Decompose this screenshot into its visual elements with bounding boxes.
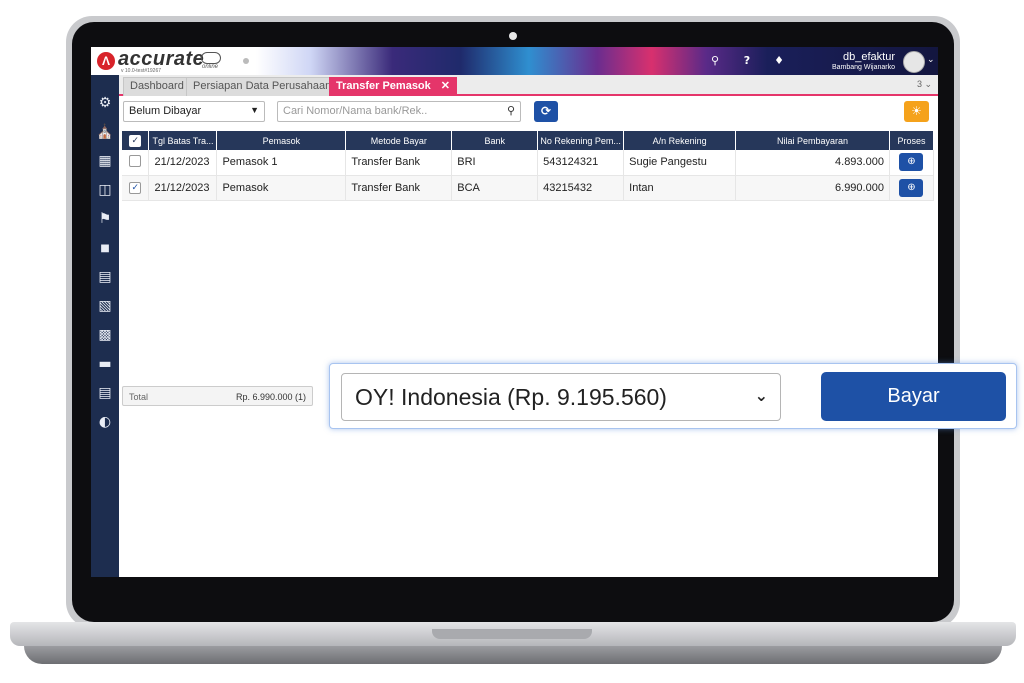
col-header[interactable]: Nilai Pembayaran — [735, 131, 890, 150]
sidebar: ⚙ ⛪ ▦ ◫ ⚑ ◾ ▤ ▧ ▩ ▬ ▤ ◐ — [91, 75, 119, 577]
cell-bank: BRI — [451, 150, 539, 176]
select-all-header[interactable]: ✓ — [122, 131, 150, 150]
chevron-down-icon[interactable]: ⌄ — [927, 55, 935, 65]
close-icon[interactable]: ✕ — [441, 80, 450, 92]
lightbulb-button[interactable]: ☀ — [904, 101, 929, 122]
table-row[interactable]: ✓ 21/12/2023 Pemasok Transfer Bank BCA 4… — [122, 175, 935, 201]
cell-account-name: Intan — [623, 175, 737, 201]
cart-icon[interactable]: ▤ — [95, 267, 115, 287]
total-label: Total — [129, 392, 149, 402]
transfer-table: ✓ Tgl Batas Tra... Pemasok Metode Bayar … — [122, 131, 935, 201]
laptop-notch — [432, 629, 592, 639]
total-box: Total Rp. 6.990.000 (1) — [122, 386, 313, 406]
cell-method: Transfer Bank — [345, 175, 453, 201]
factory-icon[interactable]: ▩ — [95, 325, 115, 345]
office-icon[interactable]: ▦ — [95, 151, 115, 171]
database-name[interactable]: db_efaktur — [821, 51, 895, 63]
cell-account-name: Sugie Pangestu — [623, 150, 737, 176]
accurate-logo-icon: Λ — [97, 52, 115, 70]
col-header[interactable]: Metode Bayar — [345, 131, 453, 150]
cash-icon[interactable]: ▬ — [95, 354, 115, 374]
col-header: Proses — [889, 131, 935, 150]
payment-callout: OY! Indonesia (Rp. 9.195.560) ⌄ Bayar — [329, 363, 1017, 429]
avatar[interactable] — [903, 51, 925, 73]
total-value: Rp. 6.990.000 (1) — [235, 392, 306, 402]
col-header[interactable]: Tgl Batas Tra... — [148, 131, 218, 150]
cell-account-no: 543124321 — [537, 150, 625, 176]
row-checkbox[interactable] — [129, 154, 142, 167]
chart-icon[interactable]: ◐ — [95, 412, 115, 432]
refresh-button[interactable]: ⟳ — [534, 101, 558, 122]
status-dot-icon — [243, 58, 249, 64]
cell-account-no: 43215432 — [537, 175, 625, 201]
user-name[interactable]: Bambang Wijanarko — [801, 64, 895, 71]
process-button[interactable]: ⊕ — [899, 153, 924, 172]
search-input[interactable]: Cari Nomor/Nama bank/Rek.. ⚲ — [277, 101, 521, 122]
phone-icon[interactable]: ◫ — [95, 180, 115, 200]
pay-button[interactable]: Bayar — [821, 372, 1006, 421]
row-checkbox-cell[interactable]: ✓ — [122, 175, 150, 201]
brand-version: v 10.0-test#19267 — [121, 68, 162, 74]
col-header[interactable]: Bank — [451, 131, 539, 150]
row-checkbox[interactable]: ✓ — [129, 182, 142, 194]
cell-supplier: Pemasok 1 — [216, 150, 347, 176]
search-icon: ⚲ — [506, 104, 515, 117]
bank-icon[interactable]: ⚑ — [95, 209, 115, 229]
camera-dot — [509, 32, 517, 40]
laptop-base-bottom — [24, 646, 1002, 664]
cell-date: 21/12/2023 — [148, 150, 218, 176]
row-checkbox-cell[interactable] — [122, 150, 150, 176]
cell-date: 21/12/2023 — [148, 175, 218, 201]
cell-method: Transfer Bank — [345, 150, 453, 176]
bell-icon[interactable]: ♦ — [771, 53, 787, 69]
building-icon[interactable]: ⛪ — [95, 122, 115, 142]
chevron-down-icon: ▼ — [250, 105, 259, 115]
select-all-checkbox[interactable]: ✓ — [129, 134, 142, 147]
cell-supplier: Pemasok — [216, 175, 347, 201]
trolley-icon[interactable]: ▧ — [95, 296, 115, 316]
payment-source-select[interactable]: OY! Indonesia (Rp. 9.195.560) ⌄ — [341, 373, 781, 421]
cell-proses: ⊕ — [889, 150, 935, 176]
col-header[interactable]: A/n Rekening — [623, 131, 737, 150]
search-icon[interactable]: ⚲ — [707, 53, 723, 69]
help-icon[interactable]: ? — [739, 53, 755, 69]
cloud-icon — [201, 52, 221, 64]
app-screen: Λ accurate v 10.0-test#19267 online ⚲ ? … — [91, 47, 938, 577]
top-bar: Λ accurate v 10.0-test#19267 online ⚲ ? … — [91, 47, 938, 75]
tab-count[interactable]: 3 ⌄ — [917, 79, 932, 90]
table-row[interactable]: 21/12/2023 Pemasok 1 Transfer Bank BRI 5… — [122, 150, 935, 176]
tab-label: Transfer Pemasok — [336, 80, 431, 92]
search-placeholder: Cari Nomor/Nama bank/Rek.. — [283, 105, 428, 117]
bag-icon[interactable]: ◾ — [95, 238, 115, 258]
report-icon[interactable]: ▤ — [95, 383, 115, 403]
gear-icon[interactable]: ⚙ — [95, 93, 115, 113]
status-filter-value: Belum Dibayar — [129, 105, 202, 117]
tab-bar: Dashboard Persiapan Data Perusahaan Tran… — [119, 75, 938, 96]
tab-persiapan-data[interactable]: Persiapan Data Perusahaan — [186, 77, 339, 96]
tab-transfer-pemasok[interactable]: Transfer Pemasok ✕ — [329, 77, 457, 96]
table-header-row: ✓ Tgl Batas Tra... Pemasok Metode Bayar … — [122, 131, 935, 150]
chevron-down-icon: ⌄ — [754, 386, 768, 405]
status-filter-select[interactable]: Belum Dibayar ▼ — [123, 101, 265, 122]
cell-proses: ⊕ — [889, 175, 935, 201]
process-button[interactable]: ⊕ — [899, 178, 924, 197]
col-header[interactable]: No Rekening Pem... — [537, 131, 625, 150]
cell-amount: 4.893.000 — [735, 150, 890, 176]
cell-bank: BCA — [451, 175, 539, 201]
brand-tagline: online — [202, 64, 219, 70]
tab-dashboard[interactable]: Dashboard — [123, 77, 191, 96]
col-header[interactable]: Pemasok — [216, 131, 347, 150]
cell-amount: 6.990.000 — [735, 175, 890, 201]
payment-source-value: OY! Indonesia (Rp. 9.195.560) — [355, 384, 667, 410]
